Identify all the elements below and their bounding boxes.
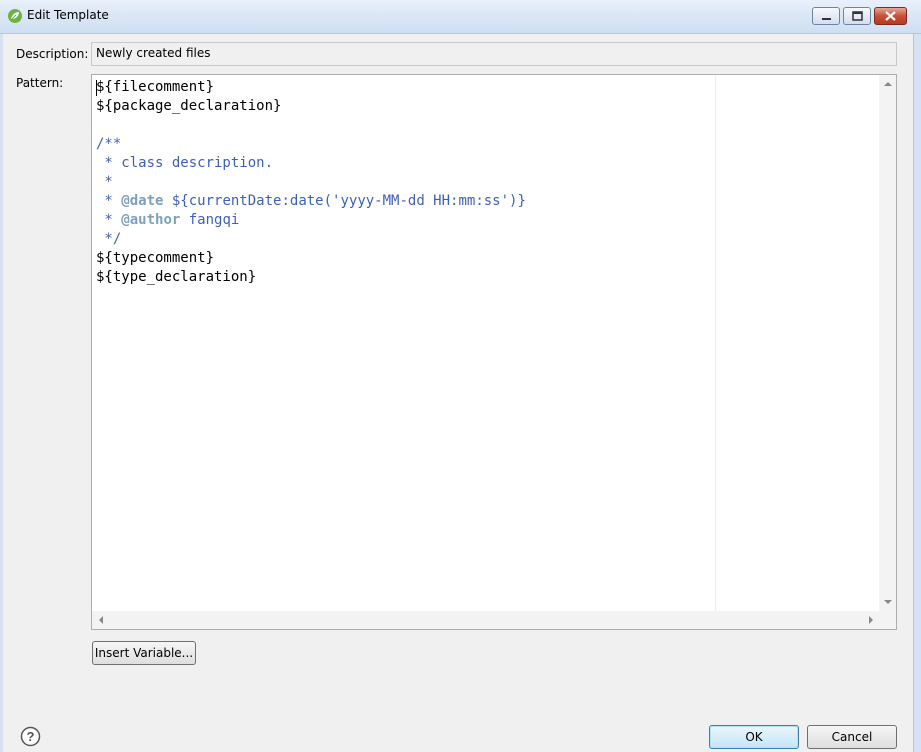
pattern-editor[interactable]: ${filecomment} ${package_declaration}/** … [91,74,897,630]
code-line: * [96,173,526,192]
code-token: ${filecomment} [96,79,215,95]
code-token: ${package_declaration} [96,98,282,114]
insert-variable-button[interactable]: Insert Variable... [92,641,196,665]
code-token: * [96,212,122,228]
code-line: ${type_declaration} [96,268,526,287]
maximize-button[interactable] [843,7,871,25]
horizontal-scrollbar[interactable] [92,611,880,629]
code-token: * [96,174,113,190]
code-token: ${type_declaration} [96,269,257,285]
code-line: ${typecomment} [96,249,526,268]
code-line: * @author fangqi [96,211,526,230]
minimize-button[interactable] [812,7,840,25]
code-token: * [96,193,122,209]
window-title: Edit Template [27,8,109,22]
code-line: * @date ${currentDate:date('yyyy-MM-dd H… [96,192,526,211]
print-margin-line [715,76,716,611]
pattern-label: Pattern: [16,76,64,90]
code-token: ${typecomment} [96,250,215,266]
code-line: /** [96,135,526,154]
spring-leaf-icon [8,9,22,23]
help-icon[interactable]: ? [20,726,41,747]
code-token: fangqi [180,212,240,228]
window-right-border [913,34,921,752]
ok-button[interactable]: OK [709,725,799,749]
cancel-button[interactable]: Cancel [807,725,897,749]
code-line: */ [96,230,526,249]
code-line: * class description. [96,154,526,173]
code-token: ${currentDate:date('yyyy-MM-dd HH:mm:ss'… [163,193,526,209]
code-token: */ [96,231,122,247]
javadoc-tag: @author [121,212,181,228]
scroll-left-icon[interactable] [99,616,103,624]
maximize-icon [852,11,863,21]
close-button[interactable] [874,7,907,25]
scrollbar-corner [879,611,896,629]
title-bar: Edit Template [0,0,921,34]
description-field[interactable]: Newly created files [91,42,897,66]
vertical-scrollbar[interactable] [879,75,896,612]
javadoc-tag: @date [121,193,164,209]
scroll-right-icon[interactable] [869,616,873,624]
scroll-up-icon[interactable] [884,82,892,86]
text-caret [96,80,97,96]
code-line: ${filecomment} [96,78,526,97]
window-left-border [0,34,3,752]
minimize-icon [822,18,831,20]
scroll-down-icon[interactable] [884,600,892,604]
pattern-code[interactable]: ${filecomment} ${package_declaration}/** … [96,78,526,287]
description-label: Description: [16,47,89,61]
close-icon [885,11,896,21]
code-token: * class description. [96,155,274,171]
svg-text:?: ? [27,729,35,744]
code-token: /** [96,136,122,152]
code-line: ${package_declaration} [96,97,526,116]
